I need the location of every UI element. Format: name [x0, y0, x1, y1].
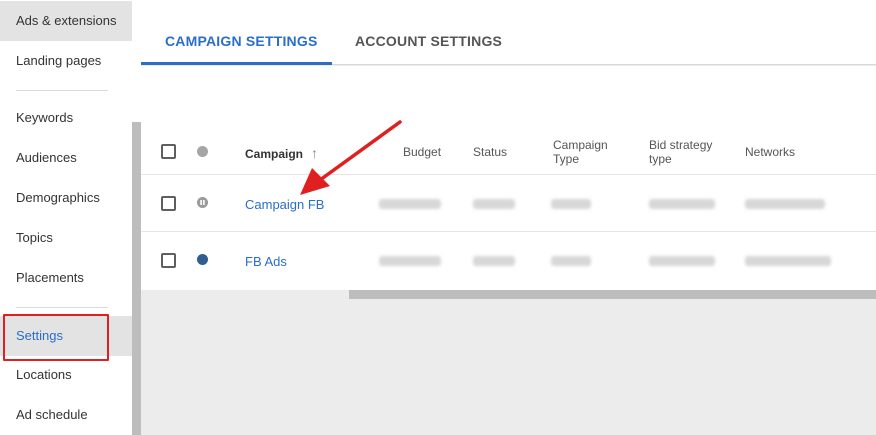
status-filter-dot-icon — [197, 146, 208, 157]
active-tab-indicator — [141, 62, 332, 65]
sidebar: Ads & extensions Landing pages Keywords … — [0, 0, 141, 435]
sidebar-divider — [16, 90, 108, 91]
bid-strategy-cell-redacted — [649, 256, 715, 266]
sidebar-item-topics[interactable]: Topics — [0, 218, 132, 258]
budget-cell-redacted — [379, 199, 441, 209]
main-content: CAMPAIGN SETTINGS ACCOUNT SETTINGS Campa… — [141, 0, 876, 435]
column-header-status[interactable]: Status — [473, 145, 507, 159]
campaign-link[interactable]: Campaign FB — [245, 197, 324, 212]
pause-icon — [197, 197, 208, 208]
column-header-campaign-type[interactable]: Campaign Type — [553, 138, 608, 166]
sidebar-item-landing-pages[interactable]: Landing pages — [0, 41, 132, 81]
sort-arrow-icon[interactable]: ↑ — [311, 146, 318, 160]
enabled-dot-icon — [197, 254, 208, 265]
sidebar-item-audiences[interactable]: Audiences — [0, 138, 132, 178]
status-cell-redacted — [473, 199, 515, 209]
settings-tabs-bar: CAMPAIGN SETTINGS ACCOUNT SETTINGS — [141, 0, 876, 65]
networks-cell-redacted — [745, 199, 825, 209]
row-checkbox[interactable] — [161, 253, 176, 268]
table-row: FB Ads — [141, 232, 876, 289]
sidebar-divider — [16, 307, 108, 308]
status-cell-redacted — [473, 256, 515, 266]
budget-cell-redacted — [379, 256, 441, 266]
sidebar-item-demographics[interactable]: Demographics — [0, 178, 132, 218]
sidebar-item-locations[interactable]: Locations — [0, 355, 132, 395]
type-cell-redacted — [551, 199, 591, 209]
networks-cell-redacted — [745, 256, 831, 266]
select-all-checkbox[interactable] — [161, 144, 176, 159]
row-checkbox[interactable] — [161, 196, 176, 211]
table-row: Campaign FB — [141, 175, 876, 232]
campaign-link[interactable]: FB Ads — [245, 254, 287, 269]
tab-account-settings[interactable]: ACCOUNT SETTINGS — [355, 0, 502, 65]
sidebar-item-ads-extensions[interactable]: Ads & extensions — [0, 1, 132, 41]
type-cell-redacted — [551, 256, 591, 266]
column-header-campaign[interactable]: Campaign — [245, 147, 303, 161]
column-header-bid-strategy-type[interactable]: Bid strategy type — [649, 138, 712, 166]
table-header: Campaign ↑ Budget Status Campaign Type B… — [141, 129, 876, 175]
column-header-networks[interactable]: Networks — [745, 145, 795, 159]
sidebar-item-ad-schedule[interactable]: Ad schedule — [0, 395, 132, 435]
tab-campaign-settings[interactable]: CAMPAIGN SETTINGS — [165, 0, 317, 65]
sidebar-item-keywords[interactable]: Keywords — [0, 98, 132, 138]
column-header-budget[interactable]: Budget — [403, 145, 441, 159]
campaign-table: Campaign ↑ Budget Status Campaign Type B… — [141, 66, 876, 290]
sidebar-item-placements[interactable]: Placements — [0, 258, 132, 298]
sidebar-scrollbar[interactable] — [132, 122, 141, 435]
bid-strategy-cell-redacted — [649, 199, 715, 209]
table-horizontal-scrollbar[interactable] — [349, 290, 876, 299]
settings-highlight-annotation — [3, 314, 109, 361]
